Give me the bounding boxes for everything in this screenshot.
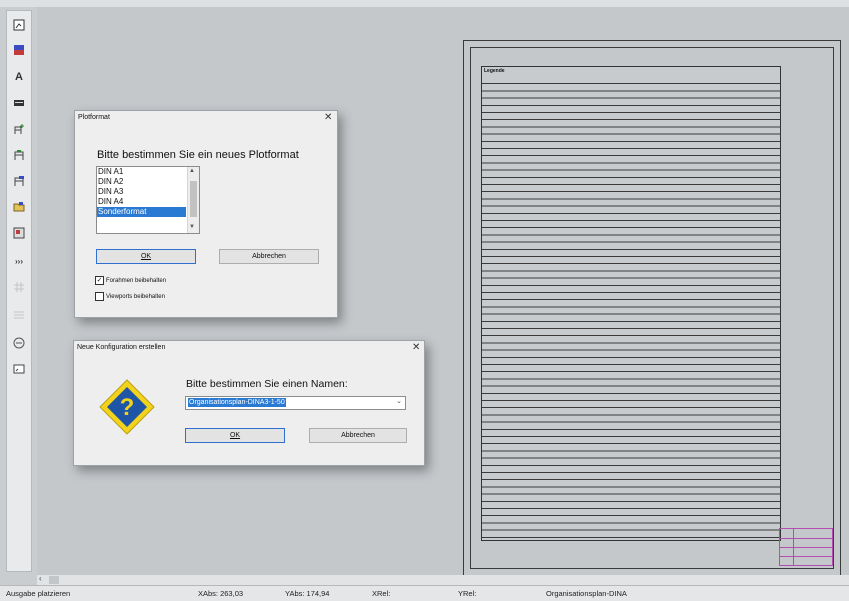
list-item[interactable]: DIN A3 (97, 187, 186, 197)
legend-table: Legende (481, 66, 781, 541)
cancel-button[interactable]: Abbrechen (309, 428, 407, 443)
frame-icon[interactable] (9, 145, 29, 165)
keep-frame-label: Forahmen beibehalten (106, 277, 167, 284)
checkbox-empty-icon[interactable] (95, 292, 104, 301)
dimension-icon[interactable] (9, 93, 29, 113)
add-frame-icon[interactable] (9, 119, 29, 139)
question-icon: ? (99, 379, 155, 435)
chevron-down-icon[interactable]: ▼ (189, 224, 195, 230)
dialog-prompt: Bitte bestimmen Sie ein neues Plotformat (97, 149, 299, 161)
cancel-button[interactable]: Abbrechen (219, 249, 319, 264)
viewport-icon[interactable] (9, 359, 29, 379)
status-xrel: XRel: (372, 589, 391, 598)
close-icon[interactable]: ✕ (412, 342, 420, 353)
text-icon[interactable]: A (9, 67, 29, 87)
keep-viewports-label: Viewports beibehalten (106, 293, 165, 300)
list-item-selected[interactable]: Sonderformat (97, 207, 186, 217)
keep-viewports-checkbox[interactable]: Viewports beibehalten (95, 292, 165, 301)
status-bar: Ausgabe platzieren XAbs: 263,03 YAbs: 17… (0, 585, 849, 601)
close-icon[interactable]: ✕ (324, 112, 332, 123)
insert-image-icon[interactable] (9, 15, 29, 35)
more-icon[interactable]: ››› (9, 251, 29, 271)
scroll-thumb[interactable] (190, 181, 197, 217)
status-config: Organisationsplan-DINA (546, 589, 627, 598)
cancel-label: Abbrechen (252, 253, 286, 260)
horizontal-scrollbar[interactable]: ‹ (37, 574, 849, 585)
plotformat-list[interactable]: DIN A1 DIN A2 DIN A3 DIN A4 Sonderformat… (96, 166, 200, 234)
grid-2-icon[interactable] (9, 305, 29, 325)
list-item[interactable]: DIN A1 (97, 167, 186, 177)
ok-label: OK (140, 253, 152, 260)
stamp-icon[interactable] (9, 223, 29, 243)
dialog-title: Neue Konfiguration erstellen (77, 344, 166, 351)
keep-frame-checkbox[interactable]: ✓ Forahmen beibehalten (95, 276, 166, 285)
status-xabs: XAbs: 263,03 (198, 589, 244, 598)
frame-edit-icon[interactable] (9, 171, 29, 191)
config-name-value[interactable]: Organisationsplan-DINA3-1-50 (188, 398, 286, 407)
config-name-combo[interactable]: Organisationsplan-DINA3-1-50 ⌄ (185, 396, 406, 410)
svg-text:?: ? (120, 394, 135, 421)
dialog-title: Plotformat (78, 114, 110, 121)
ok-button[interactable]: OK (185, 428, 285, 443)
folder-icon[interactable] (9, 197, 29, 217)
status-mode: Ausgabe platzieren (6, 589, 71, 598)
status-yrel: YRel: (458, 589, 477, 598)
list-scrollbar[interactable]: ▲ ▼ (187, 167, 199, 233)
grid-icon[interactable] (9, 277, 29, 297)
checkmark-icon[interactable]: ✓ (95, 276, 104, 285)
list-item[interactable]: DIN A4 (97, 197, 186, 207)
legend-title: Legende (484, 68, 505, 74)
title-block (779, 528, 833, 566)
left-toolbar: A ››› (6, 10, 32, 572)
legend-rows (482, 77, 780, 540)
status-yabs: YAbs: 174,94 (285, 589, 330, 598)
ok-button[interactable]: OK (96, 249, 196, 264)
color-fill-icon[interactable] (9, 40, 29, 60)
ok-label: OK (229, 432, 241, 439)
symbol-icon[interactable] (9, 333, 29, 353)
chevron-up-icon[interactable]: ▲ (189, 168, 195, 174)
list-item[interactable]: DIN A2 (97, 177, 186, 187)
dialog-prompt: Bitte bestimmen Sie einen Namen: (186, 378, 348, 390)
top-strip (0, 0, 849, 7)
chevron-down-icon[interactable]: ⌄ (396, 397, 402, 405)
scroll-thumb[interactable] (49, 576, 59, 584)
cancel-label: Abbrechen (341, 432, 375, 439)
chevron-left-icon[interactable]: ‹ (39, 574, 42, 583)
